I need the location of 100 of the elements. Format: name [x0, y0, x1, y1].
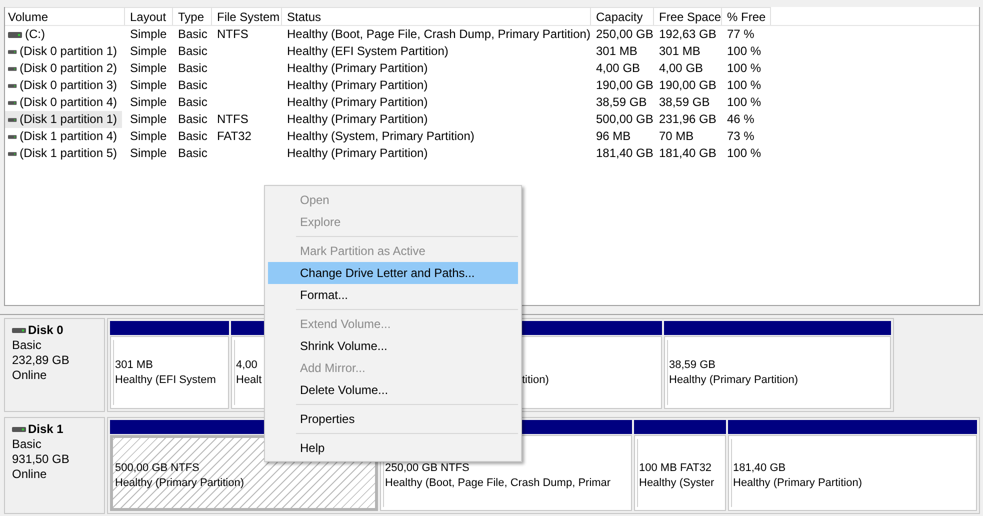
partition-size: 181,40 GB	[733, 461, 786, 476]
partition-size: 250,00 GB NTFS	[385, 461, 470, 476]
table-cell: Healthy (Primary Partition)	[287, 112, 428, 126]
table-cell: Simple	[130, 27, 167, 41]
table-cell: Simple	[130, 44, 167, 58]
table-cell: Healthy (Boot, Page File, Crash Dump, Primary Partition)	[287, 27, 590, 41]
table-cell: Basic	[178, 95, 208, 109]
column-header[interactable]: Volume	[5, 7, 125, 25]
partition-block[interactable]: 181,40 GB Healthy (Primary Partition)	[728, 435, 977, 511]
partition-size: 301 MB	[115, 358, 153, 372]
table-cell: FAT32	[217, 129, 252, 143]
partition-status: Healt	[236, 372, 262, 388]
table-cell: 77 %	[727, 27, 754, 41]
column-header[interactable]: File System	[212, 7, 282, 25]
table-cell: Healthy (Primary Partition)	[287, 61, 428, 75]
volume-name: (C:)	[25, 26, 45, 43]
partition-status: tition)	[522, 372, 549, 388]
disk-name: Disk 0	[28, 323, 64, 338]
table-cell: 301 MB	[596, 44, 638, 58]
table-cell: 192,63 GB	[659, 27, 716, 41]
list-entry[interactable]: (Disk 1 partition 4)	[5, 128, 122, 145]
volume-name: (Disk 1 partition 5)	[20, 145, 117, 162]
table-cell: 181,40 GB	[596, 146, 654, 160]
volume-name: (Disk 0 partition 1)	[20, 43, 117, 60]
table-cell: Basic	[178, 61, 208, 75]
disk-type: Basic	[12, 437, 42, 452]
table-cell: 38,59 GB	[596, 95, 647, 109]
column-header[interactable]: Layout	[125, 7, 173, 25]
list-entry[interactable]: (C:)	[5, 26, 122, 43]
table-cell: Simple	[130, 61, 167, 75]
table-cell: Simple	[130, 95, 167, 109]
table-cell: 4,00 GB	[659, 61, 704, 75]
table-cell: NTFS	[217, 27, 248, 41]
table-cell: 190,00 GB	[659, 78, 716, 92]
table-cell: Basic	[178, 146, 208, 160]
volume-name: (Disk 0 partition 3)	[20, 77, 117, 94]
column-header[interactable]: Type	[173, 7, 212, 25]
partition-block[interactable]: 301 MB Healthy (EFI System	[110, 336, 229, 409]
table-cell: 73 %	[727, 129, 754, 143]
list-entry[interactable]: (Disk 0 partition 2)	[5, 60, 122, 77]
disk-status: Online	[12, 368, 47, 383]
list-entry[interactable]: (Disk 1 partition 5)	[5, 145, 122, 162]
partition-status: Healthy (Primary Partition)	[115, 476, 244, 491]
drive-icon	[8, 32, 22, 38]
column-header[interactable]: Status	[282, 7, 591, 25]
volume-name: (Disk 1 partition 4)	[20, 128, 117, 145]
drive-icon	[12, 427, 26, 432]
table-cell: 500,00 GB	[596, 112, 654, 126]
partition-size: 38,59 GB	[669, 358, 716, 372]
partition-block[interactable]: 100 MB FAT32 Healthy (Syster	[634, 435, 726, 511]
drive-icon	[12, 328, 26, 333]
table-cell: 100 %	[727, 78, 762, 92]
partition-status: Healthy (Syster	[639, 476, 714, 491]
drive-icon	[8, 82, 17, 88]
table-cell: Healthy (Primary Partition)	[287, 78, 428, 92]
drive-icon	[8, 48, 17, 54]
disk-size: 931,50 GB	[12, 452, 70, 467]
table-cell: Healthy (Primary Partition)	[287, 95, 428, 109]
table-cell: 100 %	[727, 95, 762, 109]
disk-label-panel[interactable]: Disk 1 Basic 931,50 GB Online	[4, 417, 105, 514]
partition-size: 4,00	[236, 358, 258, 372]
menu-item[interactable]: Format...	[268, 284, 518, 306]
disk-name: Disk 1	[28, 422, 64, 437]
table-cell: 231,96 GB	[659, 112, 716, 126]
disk-status: Online	[12, 467, 47, 482]
list-entry[interactable]: (Disk 0 partition 4)	[5, 94, 122, 111]
menu-item[interactable]: Change Drive Letter and Paths...	[268, 262, 518, 284]
disk-label-panel[interactable]: Disk 0 Basic 232,89 GB Online	[4, 318, 105, 412]
table-cell: Simple	[130, 78, 167, 92]
table-cell: 70 MB	[659, 129, 694, 143]
table-cell: 100 %	[727, 44, 762, 58]
table-cell: Simple	[130, 129, 167, 143]
column-header[interactable]: % Free	[722, 7, 771, 25]
table-cell: 96 MB	[596, 129, 631, 143]
partition-size: 500,00 GB NTFS	[115, 461, 200, 476]
list-entry[interactable]: (Disk 0 partition 3)	[5, 77, 122, 94]
drive-icon	[8, 100, 17, 106]
menu-item[interactable]: Properties	[268, 408, 518, 430]
disk-size: 232,89 GB	[12, 353, 70, 368]
partition-status: Healthy (Boot, Page File, Crash Dump, Primar	[385, 476, 611, 491]
volume-name: (Disk 1 partition 1)	[20, 111, 117, 128]
table-cell: 190,00 GB	[596, 78, 654, 92]
table-cell: 181,40 GB	[659, 146, 716, 160]
table-cell: Simple	[130, 146, 167, 160]
disk-type: Basic	[12, 338, 42, 353]
partition-size: 100 MB FAT32	[639, 461, 712, 476]
table-cell: 100 %	[727, 146, 762, 160]
table-cell: Basic	[178, 78, 208, 92]
list-entry[interactable]: (Disk 0 partition 1)	[5, 43, 122, 60]
table-cell: 46 %	[727, 112, 754, 126]
table-cell: 100 %	[727, 61, 762, 75]
table-cell: Basic	[178, 44, 208, 58]
list-entry[interactable]: (Disk 1 partition 1)	[5, 111, 122, 128]
table-cell: Healthy (Primary Partition)	[287, 146, 428, 160]
column-header[interactable]: Free Space	[654, 7, 722, 25]
partition-block[interactable]: 38,59 GB Healthy (Primary Partition)	[664, 336, 891, 409]
column-header[interactable]: Capacity	[591, 7, 654, 25]
drive-icon	[8, 116, 17, 122]
volume-name: (Disk 0 partition 2)	[20, 60, 117, 77]
volume-name: (Disk 0 partition 4)	[20, 94, 117, 111]
